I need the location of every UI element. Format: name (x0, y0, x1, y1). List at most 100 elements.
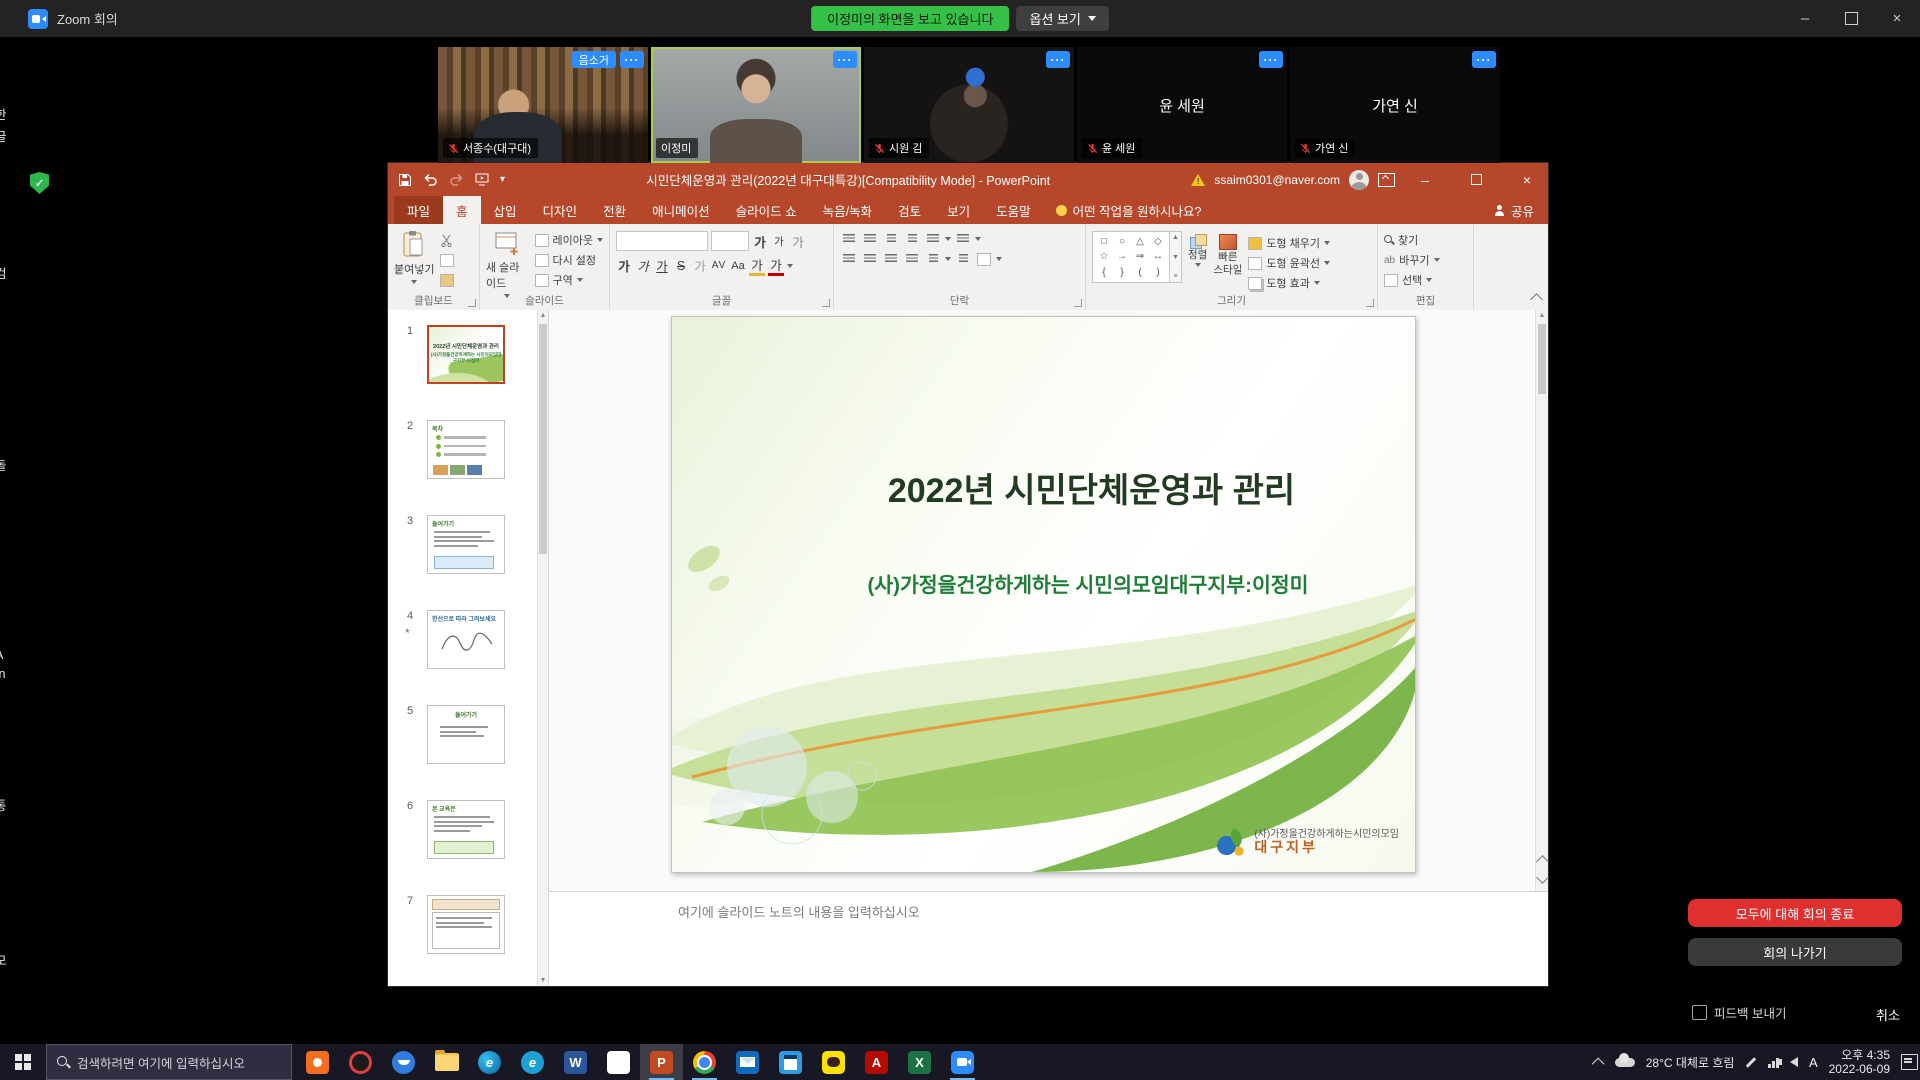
shape-icon[interactable]: ◇ (1154, 236, 1162, 247)
account-avatar[interactable] (1349, 170, 1369, 190)
shapes-gallery-scroll[interactable]: ▲▼≡ (1170, 231, 1182, 283)
taskbar-app-opera[interactable] (339, 1044, 382, 1080)
shape-icon[interactable]: ) (1156, 267, 1159, 278)
tab-transitions[interactable]: 전환 (590, 196, 639, 224)
slide-thumbnail-7[interactable]: 7 (427, 895, 505, 954)
text-shadow-button[interactable]: 가 (692, 257, 708, 275)
tab-review[interactable]: 검토 (885, 196, 934, 224)
section-button[interactable]: 구역 (535, 271, 603, 289)
change-case-button[interactable]: Aa (730, 257, 746, 275)
line-spacing-button[interactable] (924, 231, 942, 247)
zoom-minimize-button[interactable]: – (1782, 0, 1828, 37)
start-button[interactable] (0, 1044, 46, 1080)
font-size-box[interactable] (711, 231, 749, 251)
taskbar-app-acrobat[interactable]: A (855, 1044, 898, 1080)
tab-design[interactable]: 디자인 (530, 196, 591, 224)
taskbar-app-calculator[interactable] (769, 1044, 812, 1080)
slide-thumbnail-4[interactable]: 4 * 한선으로 따라 그려보세요 (427, 610, 505, 669)
decrease-indent-button[interactable] (882, 231, 900, 247)
video-tile-participant-5[interactable]: 가연 신 ··· 가연 신 (1290, 47, 1500, 163)
shape-icon[interactable]: ☆ (1100, 251, 1109, 262)
taskbar-app-mail[interactable] (726, 1044, 769, 1080)
find-button[interactable]: 찾기 (1384, 231, 1467, 249)
shape-icon[interactable]: □ (1101, 236, 1107, 247)
slide-thumbnail-2[interactable]: 2 목차 (427, 420, 505, 479)
increase-indent-button[interactable] (903, 231, 921, 247)
justify-button[interactable] (903, 251, 921, 267)
grow-font-button[interactable]: 가 (752, 232, 768, 250)
taskbar-app-kakaotalk[interactable] (812, 1044, 855, 1080)
strikethrough-button[interactable]: S (673, 257, 689, 275)
notes-pane[interactable]: 여기에 슬라이드 노트의 내용을 입력하십시오 (549, 891, 1548, 986)
thumbnail-scrollbar[interactable]: ▲ ▼ (537, 310, 548, 986)
dialog-launcher-icon[interactable] (822, 299, 830, 307)
arrange-button[interactable]: 정렬 (1188, 231, 1207, 292)
video-tile-participant-4[interactable]: 윤 세원 ··· 윤 세원 (1077, 47, 1287, 163)
scrollbar-thumb[interactable] (539, 324, 547, 554)
taskbar-app-whale[interactable] (382, 1044, 425, 1080)
highlight-color-button[interactable]: 가 (749, 255, 765, 276)
shape-fill-button[interactable]: 도형 채우기 (1248, 234, 1330, 252)
quick-styles-button[interactable]: 빠른 스타일 (1213, 231, 1242, 292)
tab-record[interactable]: 녹음/녹화 (810, 196, 885, 224)
reset-button[interactable]: 다시 설정 (535, 251, 603, 269)
previous-slide-button[interactable] (1536, 855, 1549, 868)
ime-indicator[interactable]: A (1809, 1055, 1818, 1070)
save-icon[interactable] (398, 173, 412, 187)
shape-outline-button[interactable]: 도형 윤곽선 (1248, 254, 1330, 272)
taskbar-clock[interactable]: 오후 4:35 2022-06-09 (1829, 1048, 1890, 1076)
select-button[interactable]: 선택 (1384, 271, 1467, 289)
tab-slideshow[interactable]: 슬라이드 쇼 (723, 196, 810, 224)
shape-icon[interactable]: → (1117, 251, 1127, 262)
shapes-gallery[interactable]: □ ○ △ ◇ ☆ → ⇒ ↔ { } ( ) (1092, 231, 1170, 283)
view-options-button[interactable]: 옵션 보기 (1016, 6, 1108, 31)
slide-thumbnail-6[interactable]: 6 본 교육은 (427, 800, 505, 859)
tab-file[interactable]: 파일 (394, 196, 443, 224)
taskbar-app-explorer[interactable] (425, 1044, 468, 1080)
participant-more-menu[interactable]: ··· (833, 51, 857, 68)
text-direction-button[interactable] (954, 231, 972, 247)
character-spacing-button[interactable]: AV (711, 257, 727, 275)
share-button[interactable]: 공유 (1494, 196, 1534, 224)
collapse-ribbon-icon[interactable] (1530, 293, 1543, 306)
shape-icon[interactable]: { (1102, 267, 1105, 278)
hidden-icons-chevron[interactable] (1591, 1057, 1604, 1070)
numbering-button[interactable] (861, 231, 879, 247)
replace-button[interactable]: ab바꾸기 (1384, 251, 1467, 269)
bold-button[interactable]: 가 (616, 257, 632, 275)
shape-icon[interactable]: ( (1138, 267, 1141, 278)
zoom-maximize-button[interactable] (1828, 0, 1874, 37)
participant-more-menu[interactable]: ··· (1046, 51, 1070, 68)
italic-button[interactable]: 가 (635, 257, 651, 275)
shape-icon[interactable]: } (1120, 267, 1123, 278)
ppt-restore-button[interactable] (1455, 163, 1497, 196)
taskbar-search-input[interactable]: 검색하려면 여기에 입력하십시오 (46, 1044, 292, 1080)
shape-icon[interactable]: ○ (1119, 236, 1125, 247)
taskbar-app-excel[interactable]: X (898, 1044, 941, 1080)
shape-effects-button[interactable]: 도형 효과 (1248, 274, 1330, 292)
ribbon-display-options-icon[interactable] (1378, 173, 1395, 187)
scrollbar-thumb[interactable] (1538, 324, 1546, 394)
layout-button[interactable]: 레이아웃 (535, 231, 603, 249)
underline-button[interactable]: 가 (654, 257, 670, 275)
shape-icon[interactable]: △ (1136, 236, 1144, 247)
undo-icon[interactable] (423, 173, 438, 186)
align-text-button[interactable] (954, 251, 972, 267)
taskbar-app-zoom[interactable] (941, 1044, 984, 1080)
clear-formatting-button[interactable]: 가 (790, 232, 806, 250)
taskbar-app-chrome[interactable] (683, 1044, 726, 1080)
slide-scrollbar[interactable]: ▲ (1535, 310, 1548, 892)
convert-smartart-button[interactable] (975, 251, 993, 267)
volume-icon[interactable] (1790, 1057, 1798, 1067)
slide-thumbnail-1[interactable]: 1 2022년 시민단체운영과 관리 (사)가정을건강하게하는 시민의모임대구지… (427, 325, 505, 384)
shape-icon[interactable]: ⇒ (1136, 251, 1144, 262)
video-tile-participant-1[interactable]: 음소거 ··· 서종수(대구대) (438, 47, 648, 163)
taskbar-app-word[interactable]: W (554, 1044, 597, 1080)
tab-insert[interactable]: 삽입 (481, 196, 530, 224)
taskbar-app-edge[interactable]: e (468, 1044, 511, 1080)
taskbar-app-powerpoint[interactable]: P (640, 1044, 683, 1080)
pen-icon[interactable] (1746, 1057, 1757, 1068)
next-slide-button[interactable] (1536, 871, 1549, 884)
ppt-minimize-button[interactable]: – (1404, 163, 1446, 196)
format-painter-button[interactable] (440, 271, 454, 289)
